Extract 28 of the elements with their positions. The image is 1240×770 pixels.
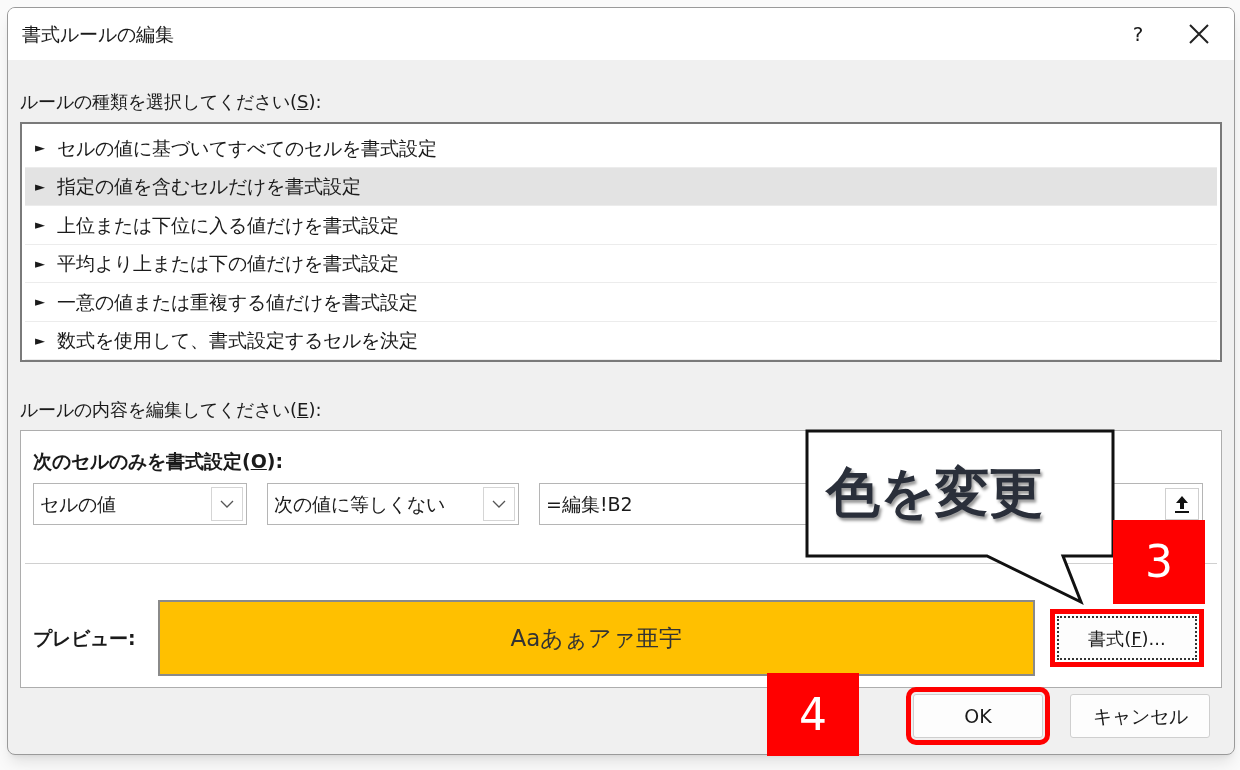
chevron-down-icon <box>483 487 515 521</box>
rule-type-text: 平均より上または下の値だけを書式設定 <box>57 251 399 276</box>
cancel-button[interactable]: キャンセル <box>1070 694 1210 738</box>
rule-type-text: 上位または下位に入る値だけを書式設定 <box>57 212 399 238</box>
condition-label: 次のセルのみを書式設定(O): <box>33 449 285 474</box>
step-number: 3 <box>1113 520 1205 604</box>
bullet-marker: ► <box>35 293 45 311</box>
rule-type-item[interactable]: ► 指定の値を含むセルだけを書式設定 <box>25 167 1217 206</box>
rule-type-label: ルールの種類を選択してください(S): <box>20 90 323 114</box>
bullet-marker: ► <box>35 331 45 350</box>
bullet-marker: ► <box>35 216 45 234</box>
rule-type-text: 一意の値または重複する値だけを書式設定 <box>57 289 418 315</box>
rule-type-text: セルの値に基づいてすべてのセルを書式設定 <box>57 135 437 161</box>
dropdown[interactable]: セルの値 <box>33 483 247 525</box>
window-title: 書式ルールの編集 <box>22 21 175 47</box>
close-icon[interactable] <box>1188 23 1210 45</box>
rule-type-text: 数式を使用して、書式設定するセルを決定 <box>57 328 418 353</box>
step-number: 4 <box>767 673 859 756</box>
preview-label: プレビュー: <box>33 625 137 651</box>
bullet-marker: ► <box>35 254 45 273</box>
chevron-down-icon <box>211 487 243 521</box>
rule-type-text: 指定の値を含むセルだけを書式設定 <box>57 174 361 199</box>
preview-text: Aaあぁアァ亜宇 <box>510 623 683 653</box>
bullet-marker: ► <box>35 177 45 196</box>
bullet-marker: ► <box>35 139 45 157</box>
help-button[interactable]: ? <box>1118 14 1158 54</box>
dropdown[interactable]: 次の値に等しくない <box>267 483 519 525</box>
rule-description-label: ルールの内容を編集してください(E): <box>20 398 323 422</box>
